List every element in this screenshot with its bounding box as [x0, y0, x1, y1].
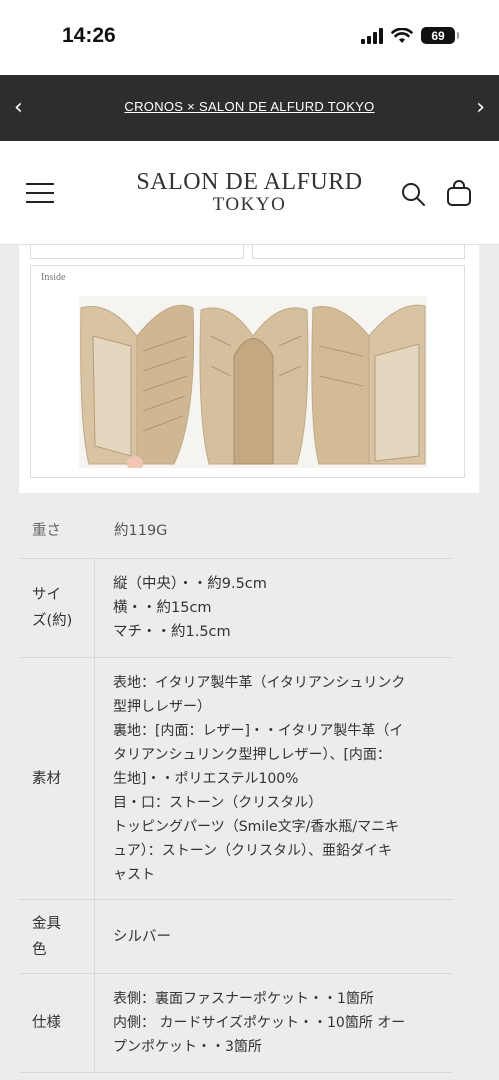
spec-value: 約119G [114, 522, 168, 539]
wallet-inside-photo [79, 296, 427, 468]
spec-row-hardware-color: 金具色 シルバー [19, 900, 453, 974]
gallery-image-frame [30, 245, 244, 259]
inside-label: Inside [41, 272, 66, 283]
shopping-bag-icon[interactable] [446, 179, 472, 207]
spec-label: サイ ズ(約) [19, 559, 95, 657]
spec-value: シルバー [113, 928, 171, 945]
status-time: 14:26 [62, 24, 116, 47]
announcement-bar: ‹ CRONOS × SALON DE ALFURD TOKYO › [0, 75, 499, 141]
status-icons: 69 [361, 27, 459, 44]
gallery-image-frame [252, 245, 465, 259]
status-bar: 14:26 69 [0, 0, 499, 75]
spec-row-features: 仕様 表側：裏面ファスナーポケット・・1箇所 内側： カードサイズポケット・・1… [19, 974, 453, 1073]
spec-value: 表側：裏面ファスナーポケット・・1箇所 内側： カードサイズポケット・・10箇所… [113, 991, 406, 1055]
spec-label: 仕様 [19, 974, 95, 1072]
spec-table: 重さ 約119G サイ ズ(約) 縦（中央）・・約9.5cm 横・・約15cm マ… [19, 503, 453, 1073]
site-header: SALON DE ALFURD TOKYO [0, 141, 499, 245]
search-icon[interactable] [400, 181, 426, 207]
announcement-link[interactable]: CRONOS × SALON DE ALFURD TOKYO [0, 99, 499, 114]
image-gallery: Inside [19, 245, 479, 493]
spec-row-material: 素材 表地：イタリア製牛革（イタリアンシュリンク 型押しレザー） 裏地：[内面：… [19, 658, 453, 900]
spec-label: 素材 [19, 658, 95, 899]
spec-value: 縦（中央）・・約9.5cm 横・・約15cm マチ・・約1.5cm [113, 576, 267, 640]
spec-value: 表地：イタリア製牛革（イタリアンシュリンク 型押しレザー） 裏地：[内面：レザー… [113, 674, 406, 883]
signal-icon [361, 27, 383, 44]
battery-icon: 69 [421, 27, 459, 44]
chevron-right-icon[interactable]: › [476, 95, 485, 120]
inside-image-frame[interactable]: Inside [30, 265, 465, 478]
spec-label: 重さ [32, 522, 61, 539]
product-content: Inside 重さ 約119G サイ ズ(約) 縦（中央）・・約9.5cm 横・… [0, 245, 499, 1080]
spec-row-size: サイ ズ(約) 縦（中央）・・約9.5cm 横・・約15cm マチ・・約1.5cm [19, 559, 453, 658]
wifi-icon [391, 27, 413, 43]
spec-label: 金具色 [19, 900, 95, 973]
spec-row-weight: 重さ 約119G [19, 503, 453, 559]
